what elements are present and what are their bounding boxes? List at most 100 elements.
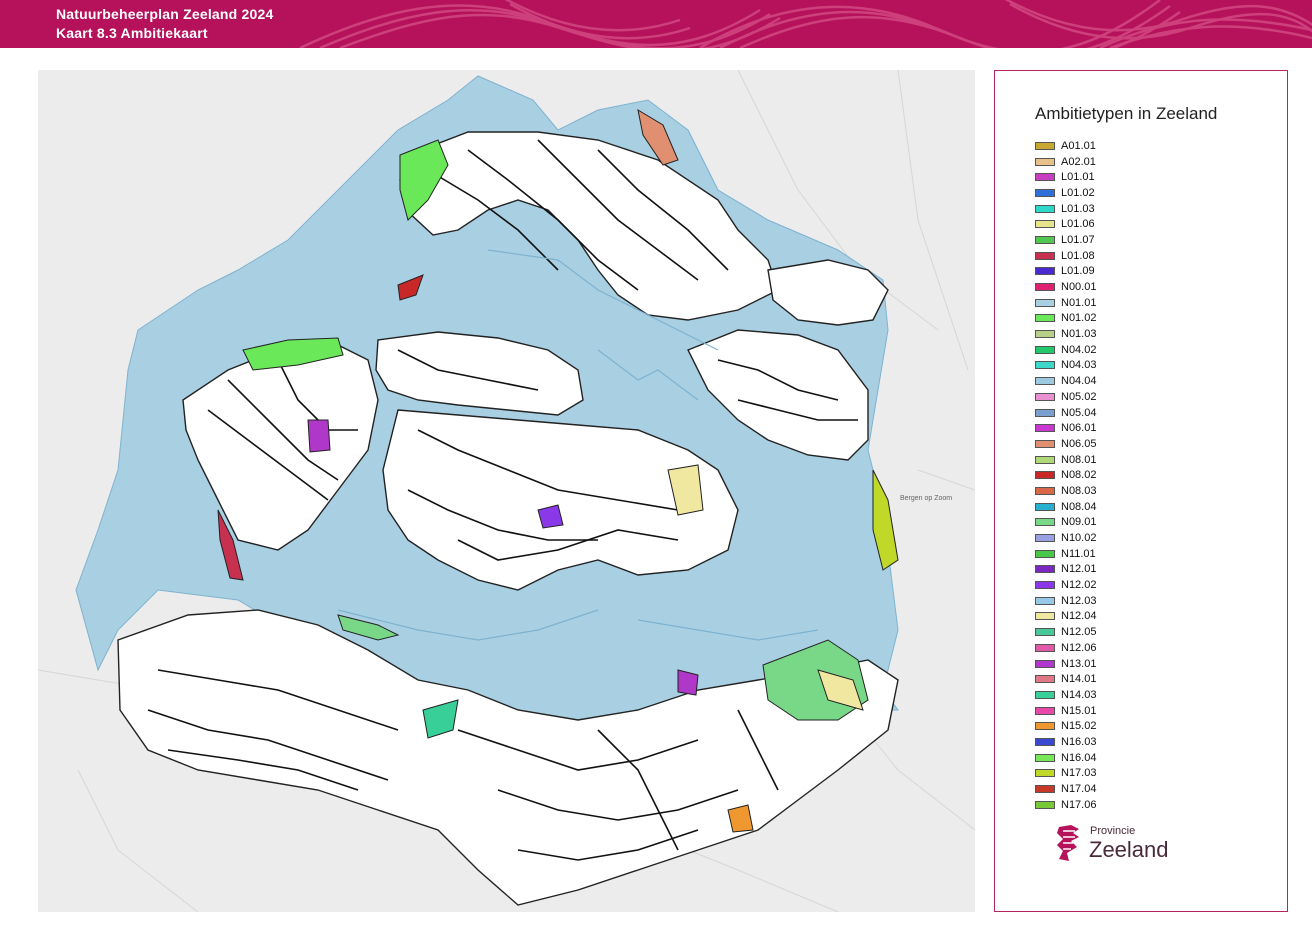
legend-swatch — [1035, 753, 1055, 762]
legend-item: N16.04 — [1035, 750, 1096, 766]
legend-panel: Ambitietypen in Zeeland A01.01 A02.01 L01.… — [994, 70, 1288, 912]
legend-item: N09.01 — [1035, 515, 1096, 531]
legend-swatch — [1035, 173, 1055, 182]
legend-item: N17.06 — [1035, 797, 1096, 813]
legend-swatch — [1035, 502, 1055, 511]
legend-label: N12.04 — [1061, 610, 1097, 623]
legend-label: N01.01 — [1061, 296, 1097, 309]
legend-label: L01.08 — [1061, 249, 1095, 262]
legend-swatch — [1035, 800, 1055, 809]
legend-label: N06.01 — [1061, 422, 1097, 435]
legend-item: L01.02 — [1035, 185, 1096, 201]
legend-label: N04.02 — [1061, 343, 1097, 356]
legend-item: L01.01 — [1035, 169, 1096, 185]
legend-swatch — [1035, 643, 1055, 652]
legend-swatch — [1035, 314, 1055, 323]
legend-swatch — [1035, 157, 1055, 166]
legend-label: N08.01 — [1061, 453, 1097, 466]
legend-label: N14.03 — [1061, 688, 1097, 701]
legend-item: N17.04 — [1035, 781, 1096, 797]
legend-item: A01.01 — [1035, 138, 1096, 154]
legend-label: N12.01 — [1061, 563, 1097, 576]
legend-swatch — [1035, 188, 1055, 197]
legend-item: N05.02 — [1035, 389, 1096, 405]
legend-label: L01.06 — [1061, 218, 1095, 231]
legend-swatch — [1035, 534, 1055, 543]
legend-swatch — [1035, 220, 1055, 229]
legend-label: N08.04 — [1061, 500, 1097, 513]
legend-label: N15.02 — [1061, 720, 1097, 733]
legend-swatch — [1035, 722, 1055, 731]
legend-swatch — [1035, 596, 1055, 605]
title-line-2: Kaart 8.3 Ambitiekaart — [56, 25, 208, 41]
legend-item: L01.06 — [1035, 216, 1096, 232]
legend-item: N04.03 — [1035, 358, 1096, 374]
legend-swatch — [1035, 518, 1055, 527]
legend-item: N01.03 — [1035, 326, 1096, 342]
legend-item: N06.05 — [1035, 436, 1096, 452]
legend-swatch — [1035, 549, 1055, 558]
legend-swatch — [1035, 235, 1055, 244]
legend-swatch — [1035, 581, 1055, 590]
legend-swatch — [1035, 330, 1055, 339]
legend-item: N17.03 — [1035, 766, 1096, 782]
legend-label: N15.01 — [1061, 704, 1097, 717]
legend-swatch — [1035, 769, 1055, 778]
legend-swatch — [1035, 737, 1055, 746]
provincie-zeeland-logo: Provincie Zeeland — [1055, 821, 1195, 865]
legend-swatch — [1035, 377, 1055, 386]
legend-swatch — [1035, 690, 1055, 699]
legend-swatch — [1035, 424, 1055, 433]
legend-item: N04.04 — [1035, 373, 1096, 389]
legend-label: L01.02 — [1061, 186, 1095, 199]
legend-swatch — [1035, 439, 1055, 448]
legend-label: N12.02 — [1061, 579, 1097, 592]
legend-label: N12.03 — [1061, 594, 1097, 607]
legend-label: A02.01 — [1061, 155, 1096, 168]
map-canvas[interactable]: Bergen op Zoom — [38, 70, 975, 912]
legend-item: N12.01 — [1035, 562, 1096, 578]
legend-item: N16.03 — [1035, 734, 1096, 750]
legend-swatch — [1035, 251, 1055, 260]
legend-label: N11.01 — [1061, 547, 1096, 560]
legend-item: N01.01 — [1035, 295, 1096, 311]
legend-item: N04.02 — [1035, 342, 1096, 358]
legend-label: N16.03 — [1061, 735, 1097, 748]
legend-swatch — [1035, 659, 1055, 668]
legend-item: N01.02 — [1035, 311, 1096, 327]
legend-label: L01.03 — [1061, 202, 1095, 215]
legend-item: N14.01 — [1035, 671, 1096, 687]
legend-item: N12.04 — [1035, 609, 1096, 625]
legend-label: N01.02 — [1061, 312, 1097, 325]
logo-text-small: Provincie — [1090, 825, 1136, 837]
legend-item: N12.05 — [1035, 624, 1096, 640]
legend-label: N08.02 — [1061, 469, 1097, 482]
legend-swatch — [1035, 785, 1055, 794]
legend-item: N12.06 — [1035, 640, 1096, 656]
legend-item: N13.01 — [1035, 656, 1096, 672]
legend-swatch — [1035, 471, 1055, 480]
legend-label: N09.01 — [1061, 516, 1097, 529]
legend-label: A01.01 — [1061, 139, 1096, 152]
legend-swatch — [1035, 612, 1055, 621]
legend-swatch — [1035, 408, 1055, 417]
legend-label: L01.01 — [1061, 171, 1095, 184]
legend-label: L01.09 — [1061, 265, 1095, 278]
zeeland-logo-icon — [1057, 825, 1079, 861]
legend-swatch — [1035, 204, 1055, 213]
legend-swatch — [1035, 392, 1055, 401]
legend-label: N16.04 — [1061, 751, 1097, 764]
legend-item: A02.01 — [1035, 154, 1096, 170]
legend-swatch — [1035, 486, 1055, 495]
legend-item: N10.02 — [1035, 530, 1096, 546]
legend-label: N14.01 — [1061, 673, 1097, 686]
legend-item: N05.04 — [1035, 405, 1096, 421]
legend-label: N06.05 — [1061, 437, 1097, 450]
legend-swatch — [1035, 675, 1055, 684]
legend-label: N04.04 — [1061, 375, 1097, 388]
legend-list: A01.01 A02.01 L01.01 L01.02 L01.03 L01.06 L01.… — [1035, 138, 1096, 813]
legend-item: N14.03 — [1035, 687, 1096, 703]
legend-item: N15.01 — [1035, 703, 1096, 719]
legend-item: L01.07 — [1035, 232, 1096, 248]
legend-swatch — [1035, 345, 1055, 354]
